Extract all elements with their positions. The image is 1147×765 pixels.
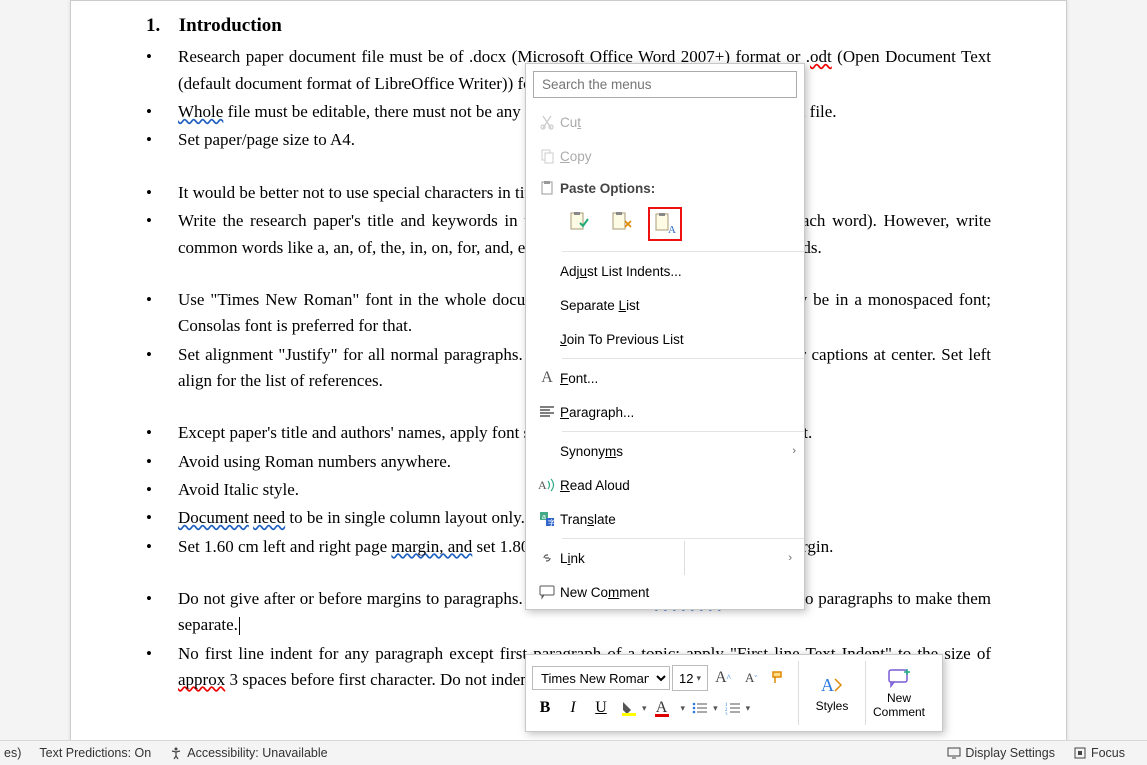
paste-text-only[interactable]: A [648, 207, 682, 241]
highlight-button[interactable] [616, 695, 642, 721]
status-accessibility[interactable]: Accessibility: Unavailable [169, 746, 327, 760]
status-display-settings[interactable]: Display Settings [947, 746, 1055, 760]
paste-merge-formatting[interactable] [606, 207, 638, 239]
menu-paste-options-label: Paste Options: [526, 173, 804, 203]
font-icon: A [534, 369, 560, 387]
svg-text:A: A [821, 675, 834, 695]
styles-icon: A [819, 673, 845, 697]
format-painter-button[interactable] [766, 665, 792, 691]
font-size-select[interactable]: 12 [672, 665, 708, 691]
bullets-button[interactable] [687, 695, 713, 721]
menu-paragraph[interactable]: Paragraph... [526, 395, 804, 429]
cut-icon [534, 114, 560, 130]
menu-separate-list[interactable]: Separate List [526, 288, 804, 322]
menu-cut: Cut [526, 105, 804, 139]
paragraph-icon [534, 405, 560, 419]
read-aloud-icon: A [534, 477, 560, 493]
svg-text:a: a [542, 514, 546, 521]
focus-icon [1073, 746, 1087, 760]
grow-font-button[interactable]: A^ [710, 665, 736, 691]
bold-button[interactable]: B [532, 695, 558, 721]
menu-adjust-indents[interactable]: Adjust List Indents... [526, 254, 804, 288]
shrink-font-button[interactable]: Aˇ [738, 665, 764, 691]
heading-title: Introduction [179, 15, 282, 36]
svg-text:A: A [538, 478, 547, 492]
menu-search-input[interactable] [533, 71, 797, 98]
chevron-right-icon: › [784, 552, 796, 564]
font-color-button[interactable]: A [649, 695, 675, 721]
styles-button[interactable]: A Styles [803, 660, 861, 726]
underline-button[interactable]: U [588, 695, 614, 721]
floating-format-toolbar: Times New Roman 12 A^ Aˇ B I U ▾ A ▾ ▾ [525, 654, 943, 732]
paste-icon [534, 180, 560, 196]
heading-number: 1. [146, 11, 174, 40]
svg-text:3: 3 [725, 713, 728, 715]
link-icon [534, 550, 560, 566]
menu-copy: Copy [526, 139, 804, 173]
new-comment-button[interactable]: New Comment [870, 660, 928, 726]
context-menu: Cut Copy Paste Options: A Adjust List In… [525, 63, 805, 610]
numbering-button[interactable]: 123 [720, 695, 746, 721]
font-family-select[interactable]: Times New Roman [532, 666, 670, 690]
svg-text:A: A [668, 224, 676, 236]
display-icon [947, 746, 961, 760]
new-comment-icon [886, 667, 912, 689]
paste-keep-formatting[interactable] [564, 207, 596, 239]
menu-link[interactable]: Link › [526, 541, 804, 575]
status-focus[interactable]: Focus [1073, 746, 1125, 760]
chevron-right-icon: › [792, 445, 796, 457]
menu-font[interactable]: A Font... [526, 361, 804, 395]
italic-button[interactable]: I [560, 695, 586, 721]
menu-read-aloud[interactable]: A Read Aloud [526, 468, 804, 502]
copy-icon [534, 148, 560, 164]
menu-translate[interactable]: a字 Translate [526, 502, 804, 536]
menu-synonyms[interactable]: Synonyms› [526, 434, 804, 468]
heading-introduction: 1. Introduction [146, 11, 991, 40]
svg-text:字: 字 [548, 518, 555, 527]
translate-icon: a字 [534, 511, 560, 527]
status-text-predictions[interactable]: Text Predictions: On [39, 746, 151, 760]
menu-join-to-previous[interactable]: Join To Previous List [526, 322, 804, 356]
status-bar: es) Text Predictions: On Accessibility: … [0, 740, 1147, 765]
comment-icon [534, 584, 560, 600]
accessibility-icon [169, 746, 183, 760]
menu-new-comment[interactable]: New Comment [526, 575, 804, 609]
status-left-partial[interactable]: es) [4, 746, 21, 760]
